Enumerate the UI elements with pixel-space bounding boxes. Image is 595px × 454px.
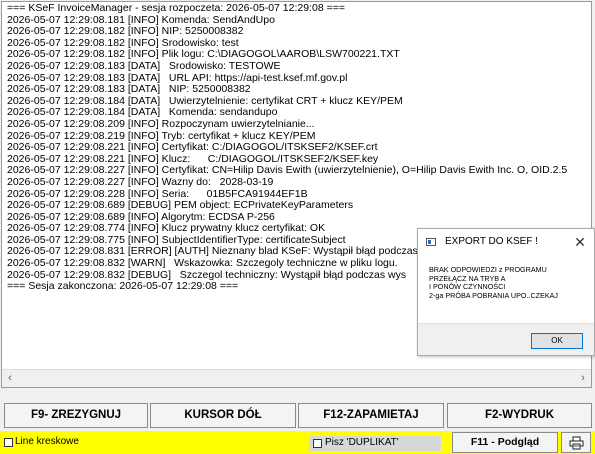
line-dashed-label[interactable]: Line kreskowe (15, 436, 79, 447)
log-line: 2026-05-07 12:29:08.689 [INFO] Algorytm:… (7, 211, 275, 223)
cursor-down-button[interactable]: KURSOR DÓŁ (150, 403, 296, 428)
line-dashed-checkbox[interactable] (4, 438, 13, 447)
log-line: 2026-05-07 12:29:08.182 [INFO] Plik logu… (7, 49, 400, 61)
log-line: 2026-05-07 12:29:08.181 [INFO] Komenda: … (7, 14, 275, 26)
horizontal-scrollbar[interactable]: ‹ › (2, 369, 591, 387)
f12-save-button[interactable]: F12-ZAPAMIETAJ (298, 403, 444, 428)
dialog-title: EXPORT DO KSEF ! (445, 236, 538, 247)
log-line: 2026-05-07 12:29:08.228 [INFO] Seria: 01… (7, 188, 308, 200)
log-line: 2026-05-07 12:29:08.182 [INFO] NIP: 5250… (7, 26, 244, 38)
log-line: 2026-05-07 12:29:08.183 [DATA] Srodowisk… (7, 60, 281, 72)
log-line: === KSeF InvoiceManager - sesja rozpocze… (7, 3, 345, 14)
scroll-left-icon[interactable]: ‹ (2, 371, 18, 386)
log-line: 2026-05-07 12:29:08.209 [INFO] Rozpoczyn… (7, 118, 315, 130)
log-line: 2026-05-07 12:29:08.689 [DEBUG] PEM obje… (7, 200, 354, 212)
log-line: 2026-05-07 12:29:08.182 [INFO] Srodowisk… (7, 37, 239, 49)
dialog-message-line: 2-ga PRÓBA POBRANIA UPO..CZEKAJ (429, 290, 559, 300)
log-line: 2026-05-07 12:29:08.221 [INFO] Certyfika… (7, 142, 378, 154)
log-line: 2026-05-07 12:29:08.219 [INFO] Tryb: cer… (7, 130, 316, 142)
ok-button[interactable]: OK (531, 333, 583, 349)
log-line: 2026-05-07 12:29:08.221 [INFO] Klucz: C:… (7, 153, 379, 165)
f2-print-button[interactable]: F2-WYDRUK (447, 403, 592, 428)
log-line: 2026-05-07 12:29:08.183 [DATA] NIP: 5250… (7, 84, 251, 96)
dialog-body: BRAK ODPOWIEDZI z PROGRAMU PRZEŁĄCZ NA T… (418, 256, 594, 324)
f9-cancel-button[interactable]: F9- ZREZYGNUJ (4, 403, 148, 428)
bottom-bar: Line kreskowe Pisz 'DUPLIKAT' F11 - Podg… (0, 431, 595, 454)
duplicate-checkbox[interactable] (313, 439, 322, 448)
log-line: 2026-05-07 12:29:08.183 [DATA] URL API: … (7, 72, 348, 84)
close-icon[interactable]: ✕ (571, 233, 589, 251)
f11-preview-button[interactable]: F11 - Podgląd (452, 432, 558, 453)
scroll-right-icon[interactable]: › (575, 371, 591, 386)
dialog-titlebar[interactable]: EXPORT DO KSEF ! ✕ (418, 229, 594, 256)
print-button[interactable] (561, 432, 591, 453)
duplicate-label[interactable]: Pisz 'DUPLIKAT' (325, 437, 399, 448)
duplicate-option[interactable]: Pisz 'DUPLIKAT' (309, 436, 441, 451)
log-line: 2026-05-07 12:29:08.184 [DATA] Komenda: … (7, 107, 278, 119)
export-dialog: EXPORT DO KSEF ! ✕ BRAK ODPOWIEDZI z PRO… (417, 228, 595, 356)
printer-icon (569, 436, 584, 450)
log-line: 2026-05-07 12:29:08.227 [INFO] Wazny do:… (7, 176, 274, 188)
dialog-app-icon (426, 238, 436, 246)
log-line: 2026-05-07 12:29:08.227 [INFO] Certyfika… (7, 165, 568, 177)
dialog-message: BRAK ODPOWIEDZI z PROGRAMU PRZEŁĄCZ NA T… (429, 265, 559, 300)
log-line: 2026-05-07 12:29:08.184 [DATA] Uwierzyte… (7, 95, 403, 107)
